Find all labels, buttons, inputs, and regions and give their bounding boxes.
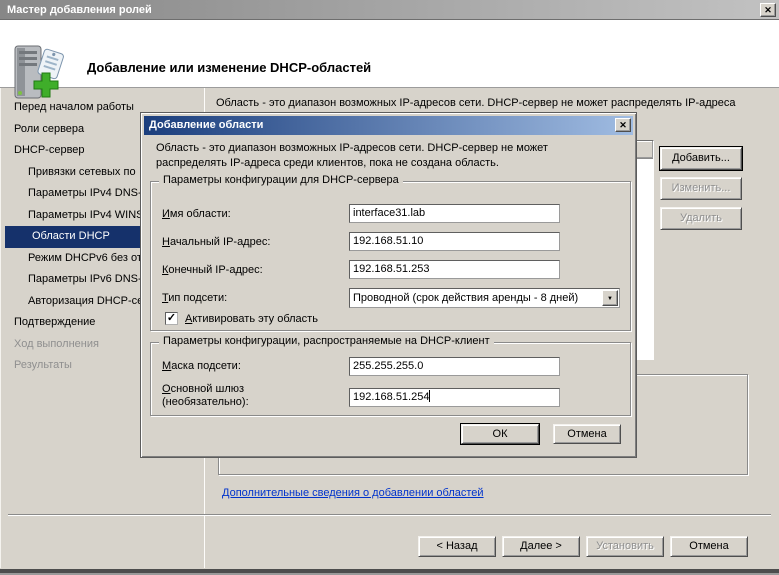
start-ip-label: Начальный IP-адрес: bbox=[162, 236, 271, 248]
more-info-link[interactable]: Дополнительные сведения о добавлении обл… bbox=[222, 487, 484, 499]
gateway-input[interactable]: 192.168.51.254 bbox=[349, 388, 560, 407]
dialog-intro-text: Область - это диапазон возможных IP-адре… bbox=[156, 142, 548, 169]
add-scope-dialog: Добавление области ✕ Область - это диапа… bbox=[140, 112, 637, 458]
start-ip-input[interactable]: 192.168.51.10 bbox=[349, 232, 560, 251]
text-cursor bbox=[429, 390, 431, 402]
window-titlebar[interactable]: Мастер добавления ролей ✕ bbox=[0, 0, 779, 20]
end-ip-input[interactable]: 192.168.51.253 bbox=[349, 260, 560, 279]
group2-title: Параметры конфигурации, распространяемые… bbox=[159, 335, 494, 347]
activate-scope-label[interactable]: Активировать эту область bbox=[185, 313, 318, 325]
scope-name-label: Имя области: bbox=[162, 208, 231, 220]
page-title: Добавление или изменение DHCP-областей bbox=[87, 60, 372, 75]
add-roles-wizard-window: { "window": { "title": "Мастер добавлени… bbox=[0, 0, 779, 575]
activate-scope-checkbox[interactable]: ✓ bbox=[165, 312, 178, 325]
end-ip-label: Конечный IP-адрес: bbox=[162, 264, 263, 276]
back-button[interactable]: < Назад bbox=[418, 536, 496, 557]
page-intro-text: Область - это диапазон возможных IP-адре… bbox=[216, 97, 736, 109]
install-button: Установить bbox=[586, 536, 664, 557]
subnet-mask-input[interactable]: 255.255.255.0 bbox=[349, 357, 560, 376]
group1-title: Параметры конфигурации для DHCP-сервера bbox=[159, 174, 403, 186]
dialog-close-icon[interactable]: ✕ bbox=[615, 118, 631, 132]
dhcp-client-config-group: Параметры конфигурации, распространяемые… bbox=[150, 335, 631, 416]
footer-separator bbox=[8, 514, 771, 516]
subnet-mask-value: 255.255.255.0 bbox=[353, 360, 424, 372]
start-ip-value: 192.168.51.10 bbox=[353, 235, 424, 247]
next-button[interactable]: Далее > bbox=[502, 536, 580, 557]
edit-button: Изменить... bbox=[660, 177, 742, 200]
delete-button: Удалить bbox=[660, 207, 742, 230]
add-button[interactable]: Добавить... bbox=[659, 146, 743, 171]
subnet-type-value: Проводной (срок действия аренды - 8 дней… bbox=[353, 292, 579, 304]
wizard-header: Добавление или изменение DHCP-областей bbox=[0, 20, 779, 99]
subnet-type-label: Тип подсети: bbox=[162, 292, 228, 304]
subnet-mask-label: Маска подсети: bbox=[162, 360, 241, 372]
chevron-down-icon[interactable]: ▼ bbox=[602, 290, 618, 306]
window-title: Мастер добавления ролей bbox=[7, 4, 152, 16]
ok-button[interactable]: ОК bbox=[460, 423, 540, 445]
dhcp-server-config-group: Параметры конфигурации для DHCP-сервера … bbox=[150, 174, 631, 331]
end-ip-value: 192.168.51.253 bbox=[353, 263, 430, 275]
gateway-label: Основной шлюз (необязательно): bbox=[162, 383, 249, 408]
scope-name-input[interactable]: interface31.lab bbox=[349, 204, 560, 223]
gateway-value: 192.168.51.254 bbox=[353, 391, 430, 403]
subnet-type-select[interactable]: Проводной (срок действия аренды - 8 дней… bbox=[349, 288, 620, 308]
dialog-titlebar[interactable]: Добавление области ✕ bbox=[144, 116, 633, 135]
scope-name-value: interface31.lab bbox=[353, 207, 426, 219]
dialog-cancel-button[interactable]: Отмена bbox=[553, 424, 621, 444]
dialog-title: Добавление области bbox=[149, 119, 264, 131]
window-close-icon[interactable]: ✕ bbox=[760, 3, 776, 17]
cancel-button[interactable]: Отмена bbox=[670, 536, 748, 557]
